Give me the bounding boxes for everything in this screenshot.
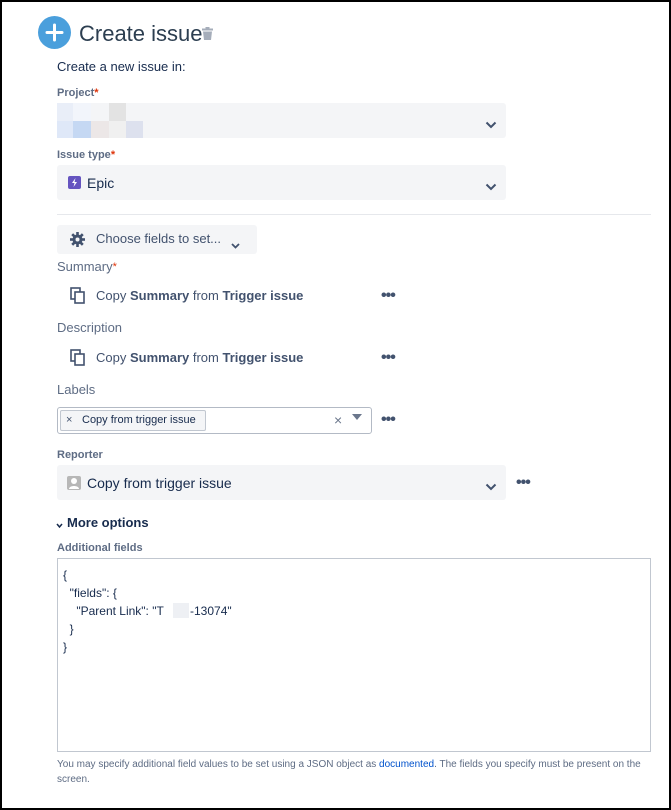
copy-icon: [70, 287, 86, 309]
issue-type-label: Issue type*: [57, 148, 115, 162]
epic-icon: [68, 176, 81, 189]
required-mark: *: [110, 149, 116, 161]
description-copy-text: Copy Summary from Trigger issue: [96, 350, 303, 366]
issue-type-select[interactable]: [57, 165, 506, 200]
required-mark: *: [112, 261, 117, 273]
json-line: }: [63, 640, 68, 654]
help-text-before: You may specify additional field values …: [57, 759, 380, 770]
json-line: "fields": {: [63, 586, 117, 600]
trash-icon[interactable]: [202, 27, 213, 45]
additional-fields-textarea[interactable]: { "fields": { "Parent Link": "T -13074" …: [57, 558, 651, 752]
label-tag-text: Copy from trigger issue: [82, 414, 196, 426]
user-avatar-icon: [67, 476, 81, 490]
project-select[interactable]: [57, 103, 506, 138]
tag-remove-icon[interactable]: ×: [66, 413, 72, 427]
json-line: -13074": [190, 604, 232, 618]
chevron-down-icon: [485, 478, 497, 496]
documented-link[interactable]: documented: [379, 759, 434, 770]
redacted-block: [173, 603, 189, 618]
issue-type-label-text: Issue type: [57, 149, 111, 161]
summary-label-text: Summary: [57, 259, 113, 274]
reporter-more-menu[interactable]: •••: [516, 475, 531, 491]
additional-fields-label: Additional fields: [57, 542, 143, 554]
json-line: {: [63, 568, 68, 582]
copy-field: Summary: [129, 350, 190, 365]
json-line: }: [63, 622, 74, 636]
summary-copy-text: Copy Summary from Trigger issue: [96, 288, 303, 304]
from-word: from: [192, 288, 219, 303]
json-line: "Parent Link": "T: [63, 604, 164, 618]
labels-label: Labels: [57, 382, 96, 397]
copy-source: Trigger issue: [222, 288, 304, 303]
project-label: Project*: [57, 86, 99, 100]
chevron-down-icon[interactable]: [56, 516, 63, 534]
description-more-menu[interactable]: •••: [381, 350, 396, 366]
copy-word: Copy: [96, 350, 127, 365]
reporter-label: Reporter: [57, 449, 103, 461]
copy-icon: [70, 349, 86, 371]
required-mark: *: [94, 87, 99, 99]
choose-fields-label: Choose fields to set...: [96, 231, 222, 246]
gear-icon: [69, 231, 86, 253]
help-text: You may specify additional field values …: [57, 757, 657, 787]
summary-label: Summary*: [57, 259, 117, 275]
plus-circle-icon: [38, 16, 71, 49]
description-label: Description: [57, 320, 123, 335]
more-options-toggle[interactable]: More options: [67, 515, 149, 531]
from-word: from: [192, 350, 219, 365]
clear-icon[interactable]: ×: [334, 412, 342, 428]
caret-down-icon[interactable]: [352, 414, 362, 420]
page-title: Create issue: [79, 21, 203, 46]
divider: [57, 214, 651, 215]
summary-more-menu[interactable]: •••: [381, 288, 396, 304]
intro-text: Create a new issue in:: [57, 59, 186, 74]
issue-type-value: Epic: [87, 175, 115, 191]
copy-source: Trigger issue: [222, 350, 304, 365]
copy-word: Copy: [96, 288, 127, 303]
chevron-down-icon: [231, 236, 240, 254]
labels-more-menu[interactable]: •••: [381, 412, 396, 428]
copy-field: Summary: [129, 288, 190, 303]
chevron-down-icon: [485, 116, 497, 134]
reporter-value: Copy from trigger issue: [87, 475, 232, 491]
chevron-down-icon: [485, 178, 497, 196]
project-label-text: Project: [57, 87, 95, 99]
